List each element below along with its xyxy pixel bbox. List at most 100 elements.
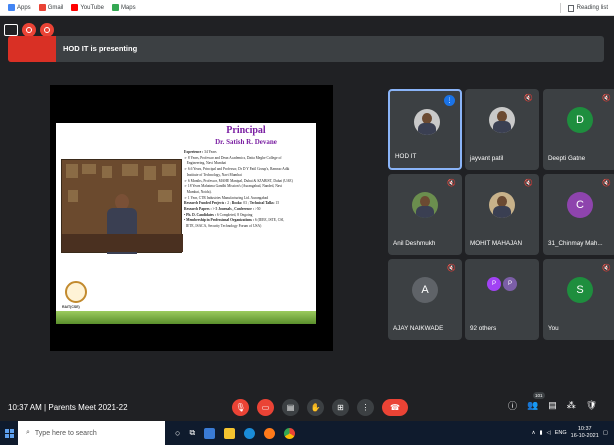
bookmarks-bar: Apps Gmail YouTube Maps Reading list [0, 0, 614, 16]
avatar [412, 192, 438, 218]
participant-tile[interactable]: 🔇 jayvant patil [465, 89, 539, 170]
participant-tile[interactable]: P P 92 others [465, 259, 539, 340]
separator: | [44, 403, 47, 412]
language-indicator[interactable]: ENG [555, 430, 567, 436]
present-button[interactable]: ⊞ [332, 399, 349, 416]
meeting-bottom-bar: 10:37 AM | Parents Meet 2021-22 🎙 ▭ ▤ ✋ … [0, 392, 614, 421]
windows-start-button[interactable] [0, 421, 18, 445]
mic-muted-icon: 🔇 [524, 180, 533, 187]
detail-line: IETE, ISACA, Security Technology Forum o… [184, 224, 262, 229]
taskbar-apps: ○ ⧉ [175, 427, 296, 439]
search-icon: ⌕ [26, 429, 30, 436]
participant-name: 31_Chinmay Mah... [548, 240, 603, 247]
avatar: A [412, 277, 438, 303]
gmail-icon [38, 4, 46, 11]
reading-list-label: Reading list [576, 5, 608, 11]
chat-icon[interactable]: ▤ [548, 400, 557, 411]
more-options-button[interactable]: ⋮ [357, 399, 374, 416]
explorer-icon[interactable] [224, 427, 236, 439]
reading-list-button[interactable]: Reading list [559, 3, 608, 13]
participant-name: HOD IT [395, 153, 417, 160]
task-view-icon[interactable]: ⧉ [189, 428, 195, 438]
college-logo [65, 281, 87, 303]
clock-time: 10:37 [577, 426, 592, 432]
participant-name: AJAY NAIKWADE [393, 325, 444, 332]
logo-text: RAIT(CSE) [62, 305, 80, 309]
bookmark-gmail[interactable]: Gmail [38, 4, 64, 11]
store-icon[interactable] [204, 427, 216, 439]
raise-hand-button[interactable]: ✋ [307, 399, 324, 416]
divider [559, 3, 561, 13]
record-icon[interactable] [40, 23, 54, 37]
bookmark-youtube[interactable]: YouTube [71, 4, 104, 11]
participant-tile[interactable]: 🔇 Anil Deshmukh [388, 174, 462, 255]
top-controls [4, 23, 54, 37]
slide-subtitle: Dr. Satish R. Devane [215, 138, 277, 146]
mic-muted-icon: 🔇 [602, 265, 611, 272]
network-icon[interactable]: ▮ [539, 430, 542, 436]
avatar: C [567, 192, 593, 218]
cortana-icon[interactable]: ○ [175, 428, 180, 438]
maps-icon [111, 4, 119, 11]
bookmark-maps[interactable]: Maps [111, 4, 136, 11]
participant-name: 92 others [470, 325, 497, 332]
mic-muted-icon: 🔇 [602, 180, 611, 187]
bookmark-apps[interactable]: Apps [8, 4, 31, 11]
reading-list-icon [567, 4, 574, 12]
volume-icon[interactable]: ◁ [547, 430, 551, 436]
slide-content: Principal Dr. Satish R. Devane Experienc… [56, 123, 316, 324]
presentation-thumbnail [8, 36, 56, 62]
participant-tile[interactable]: D 🔇 Deepti Gatne [543, 89, 614, 170]
host-controls-icon[interactable]: 🛡 [586, 400, 597, 411]
participant-tile[interactable]: C 🔇 31_Chinmay Mah... [543, 174, 614, 255]
windows-taskbar: ⌕ Type here to search ○ ⧉ ∧ ▮ ◁ ENG 10:3… [0, 421, 614, 445]
meeting-title: Parents Meet 2021-22 [48, 403, 128, 412]
participant-tile[interactable]: ⋮ HOD IT [388, 89, 462, 170]
avatar [489, 192, 515, 218]
chrome-icon[interactable] [284, 427, 296, 439]
record-icon[interactable] [22, 23, 36, 37]
info-icon[interactable]: ⓘ [508, 399, 517, 412]
participant-count: 101 [533, 392, 545, 399]
clock[interactable]: 10:37 16-10-2021 [571, 426, 599, 440]
avatar: P [487, 277, 501, 291]
meeting-info: 10:37 AM | Parents Meet 2021-22 [8, 403, 128, 412]
slide-title: Principal [226, 125, 266, 136]
bookmark-label: Gmail [47, 4, 64, 11]
mic-muted-icon: 🔇 [602, 95, 611, 102]
tray-chevron-icon[interactable]: ∧ [531, 430, 535, 436]
presenter-banner[interactable]: HOD IT is presenting [8, 36, 604, 62]
search-placeholder: Type here to search [34, 429, 97, 437]
avatar: S [567, 277, 593, 303]
bookmark-label: Maps [120, 4, 136, 11]
notification-icon[interactable]: ▢ [603, 430, 608, 436]
participant-name: Anil Deshmukh [393, 240, 436, 247]
participant-tile[interactable]: A 🔇 AJAY NAIKWADE [388, 259, 462, 340]
people-icon[interactable]: 👥 [527, 400, 538, 411]
meet-stage: HOD IT is presenting Principal Dr. Satis… [0, 16, 614, 421]
taskbar-search[interactable]: ⌕ Type here to search [18, 421, 165, 445]
meeting-time: 10:37 AM [8, 403, 42, 412]
mic-off-button[interactable]: 🎙 [232, 399, 249, 416]
grass-footer [56, 311, 316, 324]
avatar: P [503, 277, 517, 291]
leave-call-button[interactable]: ☎ [382, 399, 408, 416]
participant-name: You [548, 325, 559, 332]
others-avatars: PP [487, 277, 517, 291]
activities-icon[interactable]: ⁂ [567, 400, 576, 411]
participant-name: MOHIT MAHAJAN [470, 240, 523, 247]
firefox-icon[interactable] [264, 427, 276, 439]
principal-details: Experience : 34 Years ➢ 8 Years, Professo… [184, 150, 315, 230]
presentation-icon[interactable] [4, 24, 18, 36]
mic-muted-icon: 🔇 [447, 265, 456, 272]
mic-muted-icon: 🔇 [524, 95, 533, 102]
captions-button[interactable]: ▤ [282, 399, 299, 416]
call-controls: 🎙 ▭ ▤ ✋ ⊞ ⋮ ☎ [232, 399, 408, 416]
speaking-indicator-icon: ⋮ [444, 95, 455, 106]
participant-tile[interactable]: 🔇 MOHIT MAHAJAN [465, 174, 539, 255]
camera-off-button[interactable]: ▭ [257, 399, 274, 416]
participant-tile[interactable]: S 🔇 You [543, 259, 614, 340]
presented-slide: Principal Dr. Satish R. Devane Experienc… [50, 85, 333, 351]
edge-icon[interactable] [244, 427, 256, 439]
bookmark-label: Apps [17, 4, 31, 11]
